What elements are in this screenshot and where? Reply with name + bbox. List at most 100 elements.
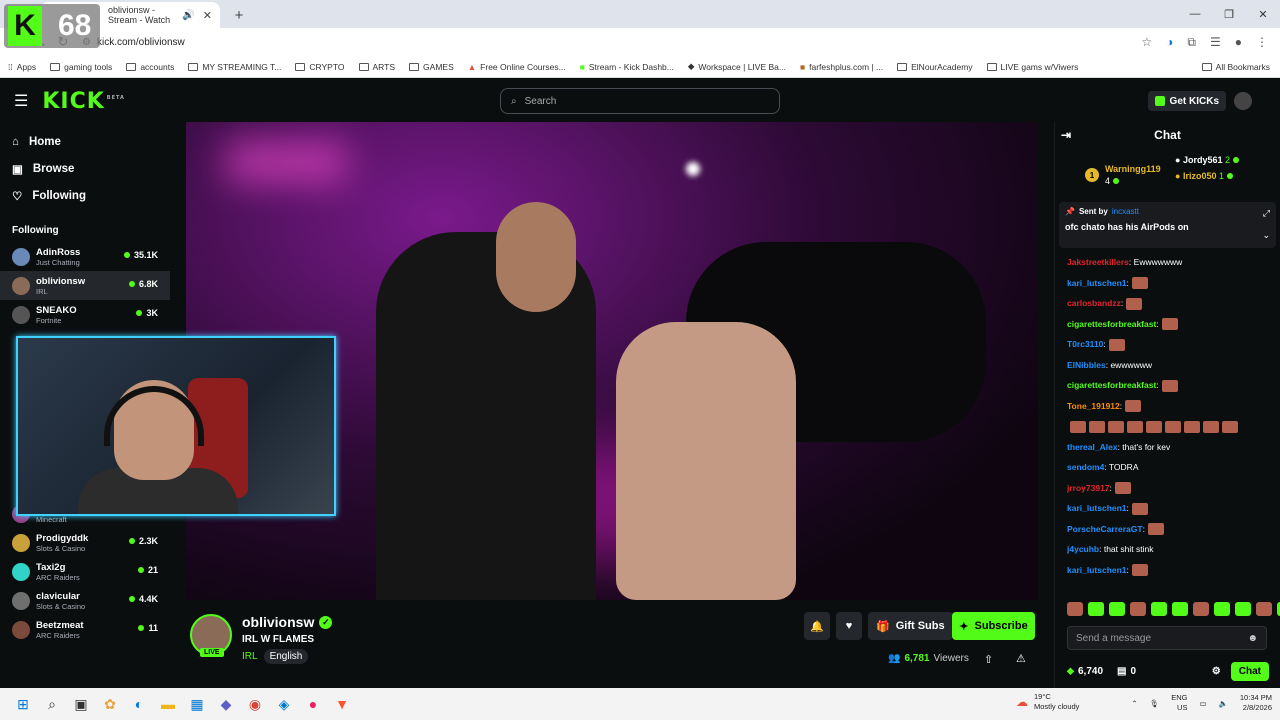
sidebar-channel[interactable]: AdinRoss Just Chatting 35.1K	[0, 242, 170, 271]
chat-username[interactable]: j4ycuhb	[1067, 544, 1099, 554]
chat-username[interactable]: thereal_Alex	[1067, 442, 1118, 452]
emote-icon[interactable]	[1256, 602, 1272, 616]
reading-list-icon[interactable]: ☰	[1210, 35, 1221, 50]
bookmark-item[interactable]: ◆ Workspace | LIVE Ba...	[688, 61, 786, 72]
unpin-icon[interactable]: ⤢	[1263, 208, 1270, 219]
mic-icon[interactable]: 🎙	[1150, 699, 1160, 708]
sidebar-channel[interactable]: Taxi2g ARC Raiders 21	[0, 557, 170, 586]
restore-icon[interactable]: ❐	[1212, 0, 1246, 28]
channel-points[interactable]: ⬥ 6,740	[1067, 666, 1103, 677]
minimize-icon[interactable]: —	[1178, 0, 1212, 28]
hamburger-menu-icon[interactable]: ☰	[14, 91, 28, 111]
streamer-name[interactable]: oblivionsw ✓	[242, 614, 333, 630]
extension-icon[interactable]: ◑	[1166, 35, 1173, 50]
subscribe-button[interactable]: ✦ Subscribe	[952, 612, 1035, 640]
nav-following[interactable]: ♡ Following	[0, 182, 170, 209]
nav-browse[interactable]: ▣ Browse	[0, 155, 170, 182]
chat-username[interactable]: T0rc3110	[1067, 339, 1103, 349]
edge-icon[interactable]: ◐	[128, 693, 150, 715]
windows-start-icon[interactable]: ⊞	[12, 693, 34, 715]
bookmark-star-icon[interactable]: ☆	[1141, 35, 1152, 50]
sidebar-channel[interactable]: Beetzmeat ARC Raiders 11	[0, 615, 170, 644]
chat-settings-icon[interactable]: ⚙	[1212, 666, 1221, 677]
bookmark-item[interactable]: ElNourAcademy	[897, 62, 973, 72]
language-indicator[interactable]: ENG US	[1171, 693, 1187, 713]
close-tab-icon[interactable]: ✕	[203, 9, 212, 22]
emote-icon[interactable]	[1088, 602, 1104, 616]
copilot-icon[interactable]: ✿	[99, 693, 121, 715]
bookmark-item[interactable]: LIVE gams w/Viwers	[986, 62, 1078, 72]
chat-username[interactable]: Tone_191912	[1067, 401, 1120, 411]
send-message-input[interactable]: Send a message ☻	[1067, 626, 1267, 650]
language-tag[interactable]: English	[263, 649, 309, 664]
search-taskbar-icon[interactable]: ⌕	[41, 693, 63, 715]
task-view-icon[interactable]: ▣	[70, 693, 92, 715]
speaker-icon[interactable]: 🔊	[182, 10, 194, 21]
bookmark-item[interactable]: MY STREAMING T...	[188, 62, 281, 72]
sidebar-channel[interactable]: clavicular Slots & Casino 4.4K	[0, 586, 170, 615]
emote-icon[interactable]	[1067, 602, 1083, 616]
collapse-chat-icon[interactable]: ⇥	[1061, 128, 1071, 142]
sidebar-channel[interactable]: oblivionsw IRL 6.8K	[0, 271, 170, 300]
bookmark-item[interactable]: CRYPTO	[295, 62, 345, 72]
share-icon[interactable]: ⇧	[984, 653, 993, 666]
bookmark-item[interactable]: GAMES	[409, 62, 454, 72]
search-input[interactable]: ⌕ Search	[500, 88, 780, 114]
chat-username[interactable]: cigarettesforbreakfast	[1067, 319, 1156, 329]
profile-icon[interactable]: ●	[1235, 35, 1242, 50]
clock[interactable]: 10:34 PM 2/8/2026	[1240, 693, 1272, 713]
chat-username[interactable]: PorscheCarreraGT	[1067, 524, 1143, 534]
bookmark-item[interactable]: ARTS	[358, 62, 395, 72]
brave-icon[interactable]: ▼	[331, 693, 353, 715]
notification-bell-button[interactable]: 🔔	[804, 612, 830, 640]
nav-home[interactable]: ⌂ Home	[0, 128, 170, 155]
emote-icon[interactable]	[1172, 602, 1188, 616]
chat-username[interactable]: kari_lutschen1	[1067, 503, 1127, 513]
teams-icon[interactable]: ◆	[215, 693, 237, 715]
volume-icon[interactable]: 🔈	[1219, 699, 1228, 708]
get-kicks-button[interactable]: Get KICKs	[1147, 91, 1226, 111]
chat-send-button[interactable]: Chat	[1230, 662, 1269, 681]
emote-icon[interactable]	[1193, 602, 1209, 616]
emote-icon[interactable]	[1109, 602, 1125, 616]
sidebar-channel[interactable]: Prodigyddk Slots & Casino 2.3K	[0, 528, 170, 557]
expand-chevron-icon[interactable]: ⌄	[1262, 230, 1270, 241]
category-link[interactable]: IRL	[242, 651, 258, 662]
emote-icon[interactable]	[1235, 602, 1251, 616]
gift-counter[interactable]: ▤ 0	[1117, 666, 1136, 677]
chat-username[interactable]: kari_lutschen1	[1067, 278, 1127, 288]
leaderboard-entry[interactable]: ● Irizo050 1	[1175, 168, 1239, 184]
tray-chevron-icon[interactable]: ⌃	[1131, 699, 1137, 708]
app-icon[interactable]: ◈	[273, 693, 295, 715]
report-icon[interactable]: ⚠	[1016, 652, 1026, 665]
bookmark-item[interactable]: ▲ Free Online Courses...	[468, 62, 566, 72]
new-tab-button[interactable]: +	[226, 2, 252, 28]
gift-subs-button[interactable]: 🎁 Gift Subs	[868, 612, 953, 640]
emote-icon[interactable]	[1214, 602, 1230, 616]
leaderboard-entry[interactable]: ● Jordy561 2	[1175, 152, 1239, 168]
sidebar-channel[interactable]: SNEAKO Fortnite 3K	[0, 300, 170, 329]
file-explorer-icon[interactable]: ▬	[157, 693, 179, 715]
all-bookmarks[interactable]: All Bookmarks	[1201, 62, 1270, 72]
chat-username[interactable]: ElNibbles	[1067, 360, 1106, 370]
network-icon[interactable]: ▭	[1199, 699, 1206, 708]
chat-username[interactable]: Jakstreetkillers	[1067, 257, 1129, 267]
bookmark-item[interactable]: ■ Stream - Kick Dashb...	[580, 62, 674, 72]
chrome-icon[interactable]: ◉	[244, 693, 266, 715]
kick-logo[interactable]: KICK BETA	[42, 89, 125, 114]
bookmark-apps[interactable]: ⁞⁞ Apps	[8, 62, 36, 72]
store-icon[interactable]: ▦	[186, 693, 208, 715]
url-field[interactable]: ⚙ kick.com/oblivionsw	[82, 37, 1141, 48]
chat-username[interactable]: cigarettesforbreakfast	[1067, 380, 1156, 390]
chat-username[interactable]: kari_lutschen1	[1067, 565, 1127, 575]
chat-username[interactable]: sendom4	[1067, 462, 1104, 472]
close-window-icon[interactable]: ✕	[1246, 0, 1280, 28]
user-avatar[interactable]	[1234, 92, 1252, 110]
emoji-icon[interactable]: ☻	[1247, 633, 1258, 644]
extensions-puzzle-icon[interactable]: ⧉	[1187, 35, 1196, 50]
emote-icon[interactable]	[1151, 602, 1167, 616]
bookmark-item[interactable]: gaming tools	[50, 62, 112, 72]
emote-icon[interactable]	[1130, 602, 1146, 616]
bookmark-item[interactable]: ■ farfeshplus.com | ...	[800, 62, 883, 72]
app-icon-2[interactable]: ●	[302, 693, 324, 715]
